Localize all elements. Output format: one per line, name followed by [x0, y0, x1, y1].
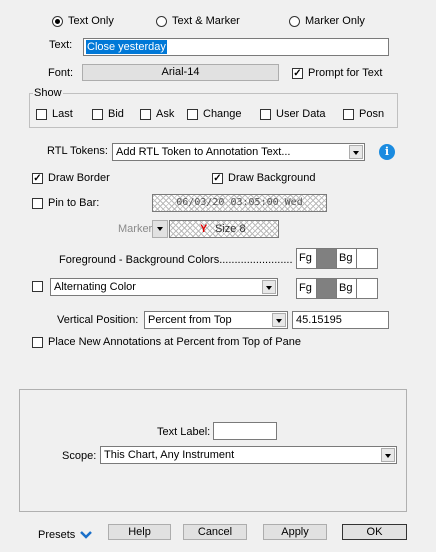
divider [356, 249, 357, 268]
checkbox-box [140, 108, 151, 120]
pin-to-bar-checkbox[interactable]: Pin to Bar: [32, 197, 99, 209]
checkbox-box [343, 108, 354, 120]
bg-label: Bg [339, 252, 353, 264]
show-last-checkbox[interactable]: Last [36, 108, 73, 120]
prompt-for-text-checkbox[interactable]: ✓ Prompt for Text [292, 67, 382, 79]
apply-button[interactable]: Apply [263, 524, 327, 540]
ok-button[interactable]: OK [342, 524, 407, 540]
color-swatch[interactable] [316, 279, 337, 298]
rtl-tokens-label: RTL Tokens: [47, 145, 108, 157]
radio-dot [289, 15, 300, 27]
alternating-color-select[interactable]: Alternating Color [50, 278, 278, 296]
colors-label: Foreground - Background Colors..........… [59, 254, 293, 266]
show-posn-checkbox[interactable]: Posn [343, 108, 384, 120]
marker-dropdown-button[interactable] [152, 220, 168, 238]
draw-background-label: Draw Background [228, 172, 316, 184]
show-group-title: Show [33, 87, 63, 99]
draw-background-checkbox[interactable]: ✓ Draw Background [212, 172, 315, 184]
help-button[interactable]: Help [108, 524, 171, 540]
vertical-position-label: Vertical Position: [57, 314, 139, 326]
radio-label: Text Only [68, 15, 114, 27]
text-label-caption: Text Label: [157, 426, 211, 438]
color-swatch[interactable] [316, 249, 337, 268]
presets-label: Presets [38, 529, 76, 541]
checkbox-box [36, 108, 47, 120]
draw-border-label: Draw Border [48, 172, 110, 184]
checkbox-box [32, 281, 43, 292]
color-picker[interactable]: Fg Bg [296, 248, 378, 269]
check-icon: ✓ [32, 172, 43, 184]
bg-label: Bg [339, 282, 353, 294]
alternating-color-checkbox[interactable] [32, 281, 43, 292]
radio-label: Marker Only [305, 15, 365, 27]
font-button[interactable]: Arial-14 [82, 64, 279, 81]
checkbox-label: Last [52, 108, 73, 120]
vertical-position-input[interactable]: 45.15195 [292, 311, 389, 329]
radio-text-only[interactable]: Text Only [52, 15, 114, 27]
chevron-down-icon [381, 448, 395, 462]
chevron-down-icon [262, 280, 276, 294]
fg-label: Fg [299, 282, 312, 294]
vertical-position-mode: Percent from Top [148, 314, 232, 326]
cancel-button[interactable]: Cancel [183, 524, 247, 540]
radio-label: Text & Marker [172, 15, 240, 27]
show-user-data-checkbox[interactable]: User Data [260, 108, 326, 120]
radio-dot [52, 15, 63, 27]
chevron-down-icon [349, 145, 363, 159]
radio-dot [156, 15, 167, 27]
checkbox-label: Change [203, 108, 242, 120]
pin-to-bar-label: Pin to Bar: [48, 197, 100, 209]
vertical-position-select[interactable]: Percent from Top [144, 311, 288, 329]
place-new-annotations-label: Place New Annotations at Percent from To… [48, 336, 301, 348]
radio-text-marker[interactable]: Text & Marker [156, 15, 240, 27]
checkbox-label: Posn [359, 108, 385, 120]
chevron-down-icon [157, 227, 163, 231]
alternating-color-value: Alternating Color [54, 281, 136, 293]
checkbox-label: User Data [276, 108, 326, 120]
marker-size-label: Size 8 [215, 223, 246, 235]
presets-menu[interactable]: Presets [38, 529, 93, 541]
scope-select[interactable]: This Chart, Any Instrument [100, 446, 397, 464]
chevron-down-icon [272, 313, 286, 327]
rtl-tokens-select[interactable]: Add RTL Token to Annotation Text... [112, 143, 365, 161]
checkbox-label: Bid [108, 108, 124, 120]
alternating-color-picker[interactable]: Fg Bg [296, 278, 378, 299]
radio-marker-only[interactable]: Marker Only [289, 15, 365, 27]
fg-label: Fg [299, 252, 312, 264]
check-icon: ✓ [292, 67, 303, 79]
show-ask-checkbox[interactable]: Ask [140, 108, 174, 120]
check-icon: ✓ [212, 172, 223, 184]
checkbox-box [32, 336, 43, 348]
divider [356, 279, 357, 298]
rtl-tokens-value: Add RTL Token to Annotation Text... [116, 146, 291, 158]
marker-glyph: Y [200, 223, 208, 235]
font-label: Font: [48, 67, 74, 79]
checkbox-box [32, 197, 43, 209]
pin-to-bar-datetime[interactable]: 06/03/20 03:05:00 Wed [152, 194, 327, 212]
checkbox-box [260, 108, 271, 120]
place-new-annotations-checkbox[interactable]: Place New Annotations at Percent from To… [32, 336, 301, 348]
text-input[interactable]: Close yesterday [83, 38, 389, 56]
scope-label: Scope: [62, 450, 97, 462]
chevron-down-icon [80, 530, 93, 539]
checkbox-box [187, 108, 198, 120]
text-label-input[interactable] [213, 422, 277, 440]
prompt-for-text-label: Prompt for Text [308, 67, 383, 79]
text-label: Text: [49, 39, 73, 51]
marker-label: Marker: [118, 223, 156, 235]
scope-value: This Chart, Any Instrument [104, 449, 235, 461]
checkbox-label: Ask [156, 108, 175, 120]
draw-border-checkbox[interactable]: ✓ Draw Border [32, 172, 110, 184]
checkbox-box [92, 108, 103, 120]
marker-size-field[interactable]: Y Size 8 [169, 220, 279, 238]
show-bid-checkbox[interactable]: Bid [92, 108, 124, 120]
info-icon[interactable]: i [379, 144, 395, 160]
text-input-value: Close yesterday [86, 40, 167, 54]
show-change-checkbox[interactable]: Change [187, 108, 242, 120]
